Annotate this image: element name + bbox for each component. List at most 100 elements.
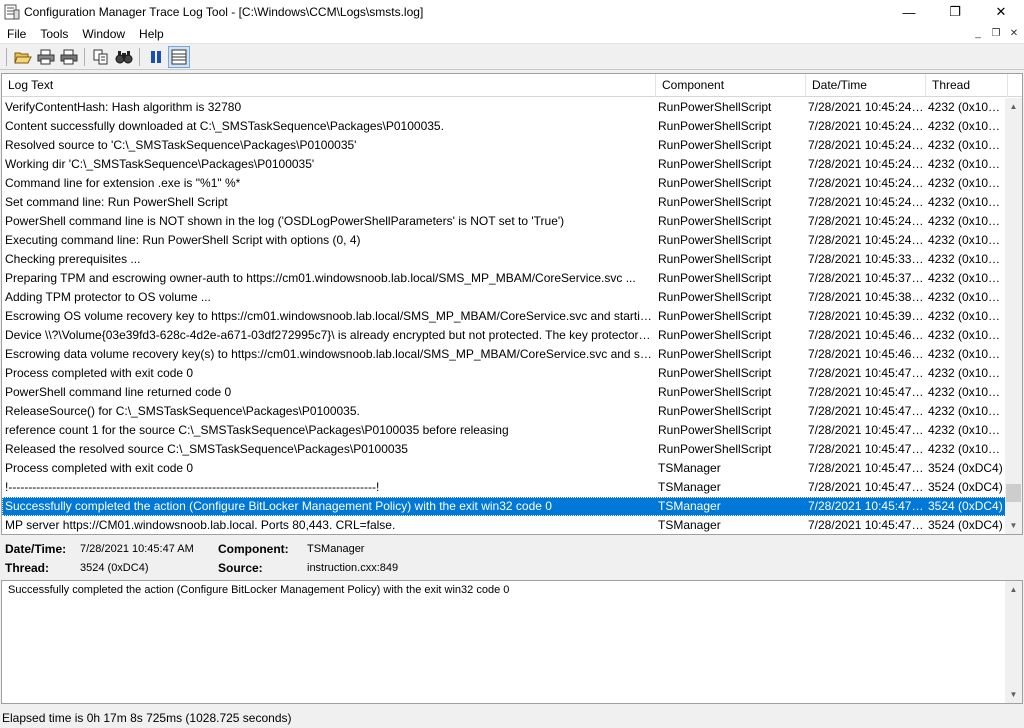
app-icon — [4, 4, 20, 20]
log-text-cell: Checking prerequisites ... — [5, 252, 141, 266]
table-row[interactable]: Device \\?\Volume{03e39fd3-628c-4d2e-a67… — [2, 326, 1006, 345]
menu-file[interactable]: File — [0, 24, 33, 44]
minimize-button[interactable]: — — [886, 0, 932, 24]
table-row[interactable]: PowerShell command line is NOT shown in … — [2, 212, 1006, 231]
details-pane-button[interactable] — [168, 46, 190, 68]
table-row[interactable]: Process completed with exit code 0 RunPow… — [2, 364, 1006, 383]
table-row[interactable]: Preparing TPM and escrowing owner-auth t… — [2, 269, 1006, 288]
find-button[interactable] — [113, 46, 135, 68]
mdi-minimize-button[interactable]: _ — [970, 26, 986, 41]
message-text-area[interactable]: Successfully completed the action (Confi… — [1, 580, 1023, 704]
datetime-cell: 7/28/2021 10:45:24 AM — [808, 100, 925, 114]
component-cell: RunPowerShellScript — [658, 404, 772, 418]
table-row[interactable]: ReleaseSource() for C:\_SMSTaskSequence\… — [2, 402, 1006, 421]
thread-cell: 3524 (0xDC4) — [928, 461, 1003, 475]
print-button[interactable] — [35, 46, 57, 68]
thread-cell: 4232 (0x1088) — [928, 100, 1005, 114]
datetime-cell: 7/28/2021 10:45:24 AM — [808, 176, 925, 190]
thread-cell: 3524 (0xDC4) — [928, 518, 1003, 532]
scroll-up-icon[interactable]: ▲ — [1005, 98, 1022, 115]
menu-help[interactable]: Help — [132, 24, 171, 44]
component-cell: RunPowerShellScript — [658, 271, 772, 285]
table-row[interactable]: Escrowing data volume recovery key(s) to… — [2, 345, 1006, 364]
table-row[interactable]: Resolved source to 'C:\_SMSTaskSequence\… — [2, 136, 1006, 155]
thread-cell: 4232 (0x1088) — [928, 157, 1005, 171]
maximize-icon: ❐ — [949, 4, 961, 19]
print-icon — [60, 49, 78, 65]
print-preview-button[interactable] — [58, 46, 80, 68]
column-header-log-text[interactable]: Log Text — [2, 74, 656, 97]
table-row[interactable]: Adding TPM protector to OS volume ... Run… — [2, 288, 1006, 307]
detail-thread-value: 3524 (0xDC4) — [80, 562, 149, 574]
grid-header: Log Text Component Date/Time Thread — [2, 74, 1022, 97]
thread-cell: 4232 (0x1088) — [928, 119, 1005, 133]
component-cell: RunPowerShellScript — [658, 233, 772, 247]
table-row[interactable]: PowerShell command line returned code 0 R… — [2, 383, 1006, 402]
table-row[interactable]: reference count 1 for the source C:\_SMS… — [2, 421, 1006, 440]
details-panel: Date/Time: 7/28/2021 10:45:47 AM Compone… — [0, 538, 1024, 578]
component-cell: RunPowerShellScript — [658, 347, 772, 361]
scroll-down-icon[interactable]: ▼ — [1005, 686, 1022, 703]
log-text-cell: Escrowing data volume recovery key(s) to… — [5, 347, 655, 361]
menu-window[interactable]: Window — [75, 24, 132, 44]
table-row[interactable]: VerifyContentHash: Hash algorithm is 327… — [2, 98, 1006, 117]
column-header-thread[interactable]: Thread — [926, 74, 1008, 97]
datetime-cell: 7/28/2021 10:45:47 AM — [808, 404, 925, 418]
table-row[interactable]: Process completed with exit code 0 TSMana… — [2, 459, 1006, 478]
scroll-down-icon[interactable]: ▼ — [1005, 517, 1022, 534]
column-header-component[interactable]: Component — [656, 74, 806, 97]
datetime-cell: 7/28/2021 10:45:47 AM — [808, 518, 925, 532]
log-text-cell: Working dir 'C:\_SMSTaskSequence\Package… — [5, 157, 315, 171]
log-text-cell: Preparing TPM and escrowing owner-auth t… — [5, 271, 636, 285]
table-row[interactable]: Executing command line: Run PowerShell S… — [2, 231, 1006, 250]
component-cell: RunPowerShellScript — [658, 309, 772, 323]
datetime-cell: 7/28/2021 10:45:24 AM — [808, 157, 925, 171]
datetime-cell: 7/28/2021 10:45:47 AM — [808, 480, 925, 494]
open-button[interactable] — [12, 46, 34, 68]
table-row[interactable]: Command line for extension .exe is "%1" … — [2, 174, 1006, 193]
detail-component-label: Component: — [218, 542, 289, 556]
thread-cell: 4232 (0x1088) — [928, 214, 1005, 228]
scroll-up-icon[interactable]: ▲ — [1005, 581, 1022, 598]
table-row[interactable]: Checking prerequisites ... RunPowerShellS… — [2, 250, 1006, 269]
table-row[interactable]: Successfully completed the action (Confi… — [2, 497, 1006, 516]
pause-button[interactable] — [145, 46, 167, 68]
component-cell: RunPowerShellScript — [658, 366, 772, 380]
table-row[interactable]: Working dir 'C:\_SMSTaskSequence\Package… — [2, 155, 1006, 174]
log-text-cell: Device \\?\Volume{03e39fd3-628c-4d2e-a67… — [5, 328, 655, 342]
maximize-button[interactable]: ❐ — [932, 0, 978, 24]
component-cell: TSManager — [658, 461, 721, 475]
toolbar-separator — [84, 48, 85, 66]
table-row[interactable]: MP server https://CM01.windowsnoob.lab.l… — [2, 516, 1006, 534]
toolbar — [0, 45, 1024, 70]
log-vertical-scrollbar[interactable]: ▲ ▼ — [1005, 98, 1022, 534]
component-cell: RunPowerShellScript — [658, 328, 772, 342]
message-vertical-scrollbar[interactable]: ▲ ▼ — [1005, 581, 1022, 703]
scroll-thumb[interactable] — [1006, 484, 1021, 502]
thread-cell: 3524 (0xDC4) — [928, 480, 1003, 494]
log-grid[interactable]: Log Text Component Date/Time Thread Veri… — [1, 73, 1023, 535]
log-text-cell: Resolved source to 'C:\_SMSTaskSequence\… — [5, 138, 357, 152]
restore-icon: ❐ — [991, 28, 1001, 39]
table-row[interactable]: !---------------------------------------… — [2, 478, 1006, 497]
detail-datetime-value: 7/28/2021 10:45:47 AM — [80, 543, 194, 555]
datetime-cell: 7/28/2021 10:45:24 AM — [808, 195, 925, 209]
copy-button[interactable] — [90, 46, 112, 68]
table-row[interactable]: Released the resolved source C:\_SMSTask… — [2, 440, 1006, 459]
table-row[interactable]: Escrowing OS volume recovery key to http… — [2, 307, 1006, 326]
title-bar: Configuration Manager Trace Log Tool - [… — [0, 0, 1024, 24]
log-text-cell: Adding TPM protector to OS volume ... — [5, 290, 211, 304]
column-header-datetime[interactable]: Date/Time — [806, 74, 926, 97]
menu-tools[interactable]: Tools — [33, 24, 75, 44]
table-row[interactable]: Set command line: Run PowerShell Script R… — [2, 193, 1006, 212]
component-cell: RunPowerShellScript — [658, 100, 772, 114]
datetime-cell: 7/28/2021 10:45:39 AM — [808, 309, 925, 323]
close-icon: ✕ — [995, 4, 1007, 19]
thread-cell: 4232 (0x1088) — [928, 271, 1005, 285]
close-button[interactable]: ✕ — [978, 0, 1024, 24]
detail-source-value: instruction.cxx:849 — [307, 562, 399, 574]
log-text-cell: Process completed with exit code 0 — [5, 461, 194, 475]
mdi-close-button[interactable]: ✕ — [1006, 26, 1022, 41]
mdi-restore-button[interactable]: ❐ — [988, 26, 1004, 41]
table-row[interactable]: Content successfully downloaded at C:\_S… — [2, 117, 1006, 136]
